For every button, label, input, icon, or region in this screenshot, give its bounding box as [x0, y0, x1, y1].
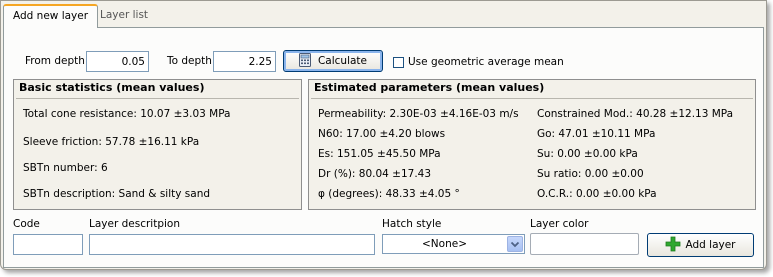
calculator-icon [298, 52, 311, 70]
hatch-style-label: Hatch style [382, 218, 442, 230]
code-input[interactable] [13, 234, 83, 255]
stat-sleeve-friction: Sleeve friction: 57.78 ±16.11 kPa [23, 136, 200, 148]
add-layer-panel: From depth To depth Calculate Use geome [3, 27, 764, 268]
layer-description-label: Layer descritpion [89, 218, 180, 230]
layer-window: Add new layer Layer list From depth To d… [0, 0, 767, 270]
geometric-mean-label: Use geometric average mean [408, 56, 564, 68]
param-su: Su: 0.00 ±0.00 kPa [537, 148, 638, 160]
layer-description-input[interactable] [89, 234, 375, 255]
stat-sbtn-description: SBTn description: Sand & silty sand [23, 188, 211, 200]
basic-statistics-title: Basic statistics (mean values) [19, 81, 205, 94]
green-plus-icon [665, 236, 681, 255]
layer-color-picker[interactable] [530, 233, 639, 255]
basic-statistics-body: Total cone resistance: 10.07 ±3.03 MPa S… [16, 98, 299, 207]
estimated-parameters-group: Estimated parameters (mean values) Perme… [308, 79, 756, 210]
code-label: Code [13, 218, 40, 230]
layer-color-label: Layer color [530, 218, 589, 230]
param-permeability: Permeability: 2.30E-03 ±4.16E-03 m/s [318, 108, 519, 120]
chevron-down-icon[interactable] [507, 236, 523, 252]
param-n60: N60: 17.00 ±4.20 blows [318, 128, 446, 140]
basic-statistics-group: Basic statistics (mean values) Total con… [13, 79, 302, 210]
add-layer-button[interactable]: Add layer [647, 233, 754, 257]
hatch-style-value: <None> [422, 238, 467, 250]
calculate-label: Calculate [317, 55, 368, 67]
hatch-style-select[interactable]: <None> [382, 234, 525, 254]
estimated-parameters-body: Permeability: 2.30E-03 ±4.16E-03 m/s N60… [311, 98, 753, 207]
geometric-mean-checkbox[interactable] [393, 57, 404, 68]
from-depth-label: From depth [25, 55, 85, 67]
param-phi: φ (degrees): 48.33 ±4.05 ° [318, 188, 460, 200]
tab-add-new-layer[interactable]: Add new layer [3, 4, 99, 28]
from-depth-input[interactable] [86, 51, 149, 72]
tab-bar: Add new layer Layer list [1, 1, 766, 28]
param-go: Go: 47.01 ±10.11 MPa [537, 128, 656, 140]
estimated-parameters-title: Estimated parameters (mean values) [314, 81, 545, 94]
param-constrained-mod: Constrained Mod.: 40.28 ±12.13 MPa [537, 108, 734, 120]
add-layer-label: Add layer [685, 239, 736, 251]
tab-layer-list[interactable]: Layer list [91, 6, 157, 27]
to-depth-input[interactable] [213, 51, 276, 72]
param-dr: Dr (%): 80.04 ±17.43 [318, 168, 432, 180]
to-depth-label: To depth [167, 55, 212, 67]
stat-sbtn-number: SBTn number: 6 [23, 162, 108, 174]
param-es: Es: 151.05 ±45.50 MPa [318, 148, 441, 160]
calculate-button[interactable]: Calculate [283, 50, 383, 72]
stat-total-cone-resistance: Total cone resistance: 10.07 ±3.03 MPa [23, 108, 231, 120]
param-ocr: O.C.R.: 0.00 ±0.00 kPa [537, 188, 657, 200]
param-su-ratio: Su ratio: 0.00 ±0.00 [537, 168, 644, 180]
